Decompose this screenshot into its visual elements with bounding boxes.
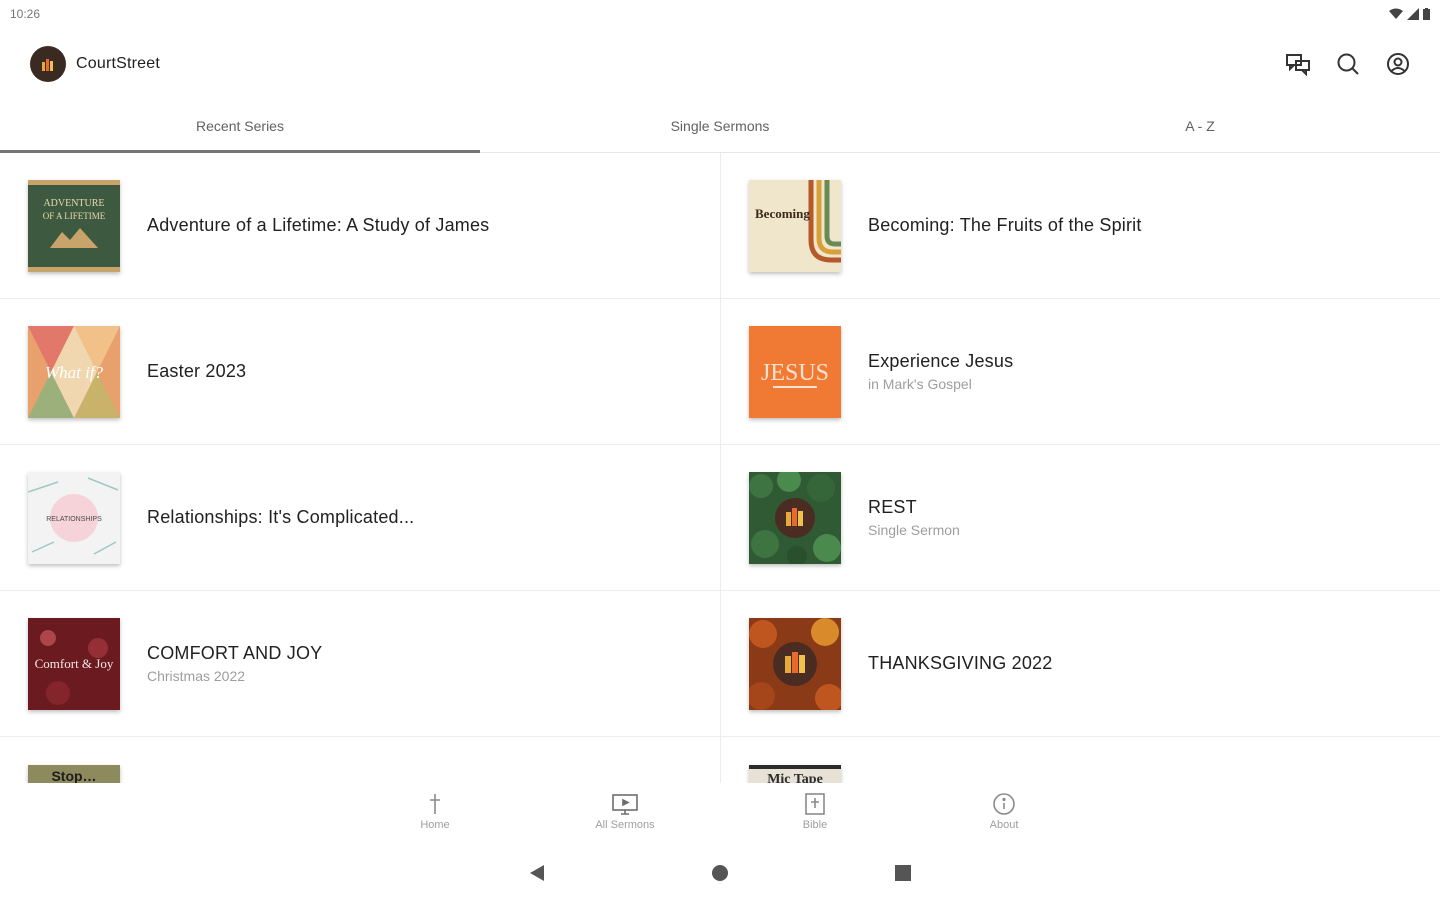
svg-text:JESUS: JESUS <box>761 360 829 386</box>
svg-text:Stop…: Stop… <box>51 768 96 783</box>
series-subtitle: Christmas 2022 <box>147 668 246 684</box>
tab-a-z[interactable]: A - Z <box>960 100 1440 152</box>
search-icon[interactable] <box>1334 50 1362 78</box>
series-item[interactable]: Mic Tape <box>721 737 1440 783</box>
series-item[interactable]: Comfort & Joy COMFORT AND JOY Christmas … <box>0 591 721 737</box>
nav-all-sermons[interactable]: All Sermons <box>565 793 685 831</box>
series-title: Easter 2023 <box>147 361 247 381</box>
nav-label: Home <box>420 819 450 831</box>
svg-text:What if?: What if? <box>45 363 104 382</box>
nav-home[interactable]: Home <box>375 793 495 831</box>
series-artwork: ADVENTURE OF A LIFETIME <box>28 179 120 272</box>
series-artwork: Becoming <box>749 179 841 272</box>
app-bar: CourtStreet <box>0 28 1440 100</box>
status-time: 10:26 <box>10 7 41 21</box>
signal-icon <box>1407 8 1419 20</box>
chat-icon[interactable] <box>1284 50 1312 78</box>
series-title: Experience Jesus <box>868 351 1014 371</box>
series-artwork <box>749 471 841 564</box>
series-artwork: RELATIONSHIPS <box>28 471 120 564</box>
tab-label: Single Sermons <box>670 118 770 134</box>
series-title: REST <box>868 497 917 517</box>
app-bar-actions <box>1284 50 1412 78</box>
nav-bible[interactable]: Bible <box>755 793 875 831</box>
series-grid: ADVENTURE OF A LIFETIME Adventure of a L… <box>0 153 1440 783</box>
bottom-navigation: Home All Sermons Bible About <box>0 783 1440 845</box>
wifi-icon <box>1389 8 1403 19</box>
battery-icon <box>1423 8 1430 20</box>
tab-recent-series[interactable]: Recent Series <box>0 100 480 153</box>
app-title: CourtStreet <box>76 55 161 72</box>
nav-label: Bible <box>802 819 828 831</box>
system-navigation <box>0 845 1440 900</box>
account-icon[interactable] <box>1384 50 1412 78</box>
tab-label: A - Z <box>1185 118 1215 134</box>
info-icon <box>993 793 1015 815</box>
artwork-text: ADVENTURE <box>43 198 104 209</box>
logo-bars-icon <box>42 59 53 71</box>
cross-icon <box>430 794 440 814</box>
series-item[interactable]: ADVENTURE OF A LIFETIME Adventure of a L… <box>0 153 721 299</box>
recents-icon[interactable] <box>894 863 912 888</box>
nav-label: About <box>989 819 1019 831</box>
bible-icon <box>805 793 825 815</box>
svg-text:Becoming: Becoming <box>755 206 810 221</box>
series-title: COMFORT AND JOY <box>147 643 323 663</box>
series-item[interactable]: RELATIONSHIPS Relationships: It's Compli… <box>0 445 721 591</box>
series-title: Relationships: It's Complicated... <box>147 507 415 527</box>
svg-text:Comfort & Joy: Comfort & Joy <box>35 656 114 671</box>
series-artwork: What if? <box>28 325 120 418</box>
status-icons <box>1389 8 1430 20</box>
nav-about[interactable]: About <box>944 793 1064 831</box>
series-item[interactable]: Stop… <box>0 737 721 783</box>
svg-text:RELATIONSHIPS: RELATIONSHIPS <box>46 516 102 523</box>
series-artwork: JESUS <box>749 325 841 418</box>
home-circle-icon[interactable] <box>711 863 729 888</box>
back-icon[interactable] <box>528 863 546 888</box>
tab-label: Recent Series <box>196 118 284 134</box>
series-artwork: Comfort & Joy <box>28 617 120 710</box>
series-item[interactable]: Becoming Becoming: The Fruits of the Spi… <box>721 153 1440 299</box>
series-item[interactable]: THANKSGIVING 2022 <box>721 591 1440 737</box>
status-bar: 10:26 <box>0 0 1440 28</box>
series-item[interactable]: What if? Easter 2023 <box>0 299 721 445</box>
series-title: Adventure of a Lifetime: A Study of Jame… <box>147 215 490 235</box>
monitor-icon <box>612 794 638 815</box>
series-artwork: Stop… <box>28 765 120 783</box>
svg-text:OF A LIFETIME: OF A LIFETIME <box>43 211 106 221</box>
series-title: Becoming: The Fruits of the Spirit <box>868 215 1142 235</box>
series-artwork: Mic Tape <box>749 765 841 783</box>
app-logo <box>30 46 66 82</box>
series-artwork <box>749 617 841 710</box>
nav-label: All Sermons <box>595 819 655 831</box>
tab-single-sermons[interactable]: Single Sermons <box>480 100 960 152</box>
brand: CourtStreet <box>30 46 160 82</box>
series-subtitle: Single Sermon <box>868 522 960 538</box>
series-item[interactable]: REST Single Sermon <box>721 445 1440 591</box>
series-item[interactable]: JESUS Experience Jesus in Mark's Gospel <box>721 299 1440 445</box>
series-tabs: Recent Series Single Sermons A - Z <box>0 100 1440 153</box>
svg-text:Mic Tape: Mic Tape <box>767 772 823 783</box>
series-title: THANKSGIVING 2022 <box>868 653 1053 673</box>
series-subtitle: in Mark's Gospel <box>868 376 972 392</box>
